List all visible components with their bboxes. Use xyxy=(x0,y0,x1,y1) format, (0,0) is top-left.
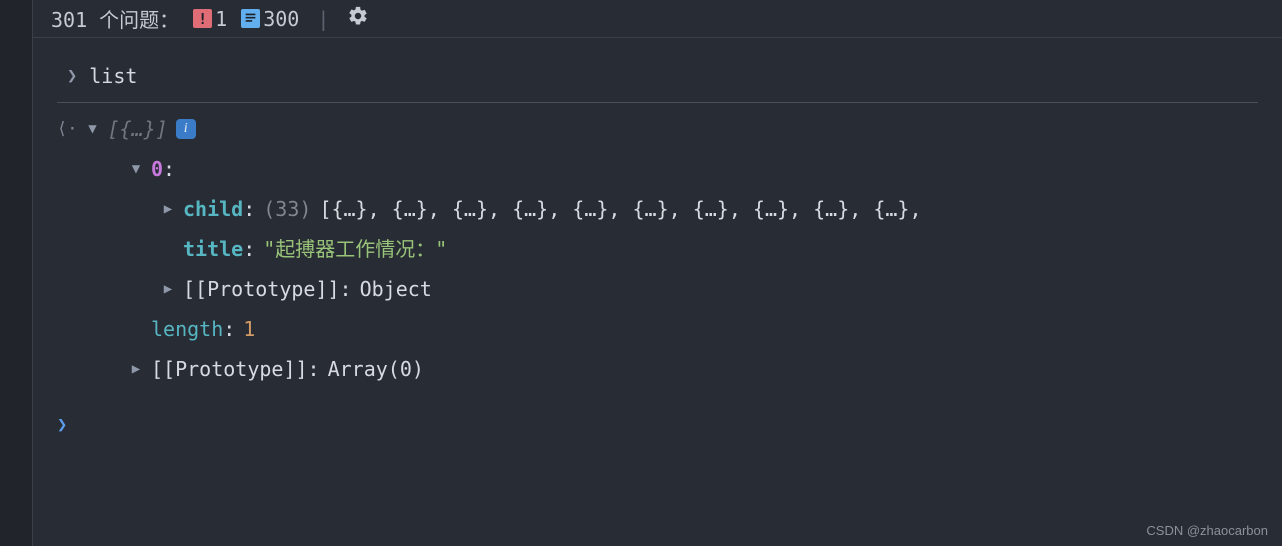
property-key: title xyxy=(183,229,243,269)
divider: | xyxy=(317,7,329,31)
property-row-prototype[interactable]: [[Prototype]]: Object xyxy=(57,269,1258,309)
console-body: ❯ list ⟨· [{…}] i 0: child: (33) [{…}, {… xyxy=(33,38,1282,445)
prototype-key: [[Prototype]] xyxy=(151,349,308,389)
console-log-entry[interactable]: ❯ list xyxy=(57,56,1258,103)
index-key: 0 xyxy=(151,149,163,189)
array-preview: [{…}, {…}, {…}, {…}, {…}, {…}, {…}, {…},… xyxy=(319,189,921,229)
return-icon: ⟨· xyxy=(57,109,77,149)
property-row-length[interactable]: length: 1 xyxy=(57,309,1258,349)
length-value: 1 xyxy=(243,309,255,349)
issues-header: 301 个问题： ! 1 300 | xyxy=(33,0,1282,38)
warning-icon: ! xyxy=(193,9,212,28)
warning-count: 1 xyxy=(215,7,227,31)
gear-icon[interactable] xyxy=(347,5,369,32)
caret-down-icon[interactable] xyxy=(85,109,99,149)
console-result-entry[interactable]: ⟨· [{…}] i xyxy=(57,109,1258,149)
console-panel: 301 个问题： ! 1 300 | ❯ list ⟨· [{…}] i xyxy=(32,0,1282,546)
gutter xyxy=(0,0,32,546)
chevron-right-icon: ❯ xyxy=(67,56,77,96)
array-length: (33) xyxy=(263,189,311,229)
object-index-row[interactable]: 0: xyxy=(57,149,1258,189)
warning-badge[interactable]: ! 1 xyxy=(193,7,227,31)
array-summary: [{…}] xyxy=(107,109,167,149)
console-prompt[interactable]: ❯ xyxy=(57,405,1258,445)
prototype-value: Array(0) xyxy=(328,349,424,389)
info-badge[interactable]: 300 xyxy=(241,7,299,31)
prototype-key: [[Prototype]] xyxy=(183,269,340,309)
prototype-value: Object xyxy=(360,269,432,309)
watermark: CSDN @zhaocarbon xyxy=(1146,523,1268,538)
property-key: child xyxy=(183,189,243,229)
property-row-prototype-array[interactable]: [[Prototype]]: Array(0) xyxy=(57,349,1258,389)
caret-down-icon[interactable] xyxy=(129,149,143,189)
property-row-child[interactable]: child: (33) [{…}, {…}, {…}, {…}, {…}, {…… xyxy=(57,189,1258,229)
chevron-right-icon: ❯ xyxy=(57,405,67,445)
caret-right-icon[interactable] xyxy=(129,349,143,389)
length-key: length xyxy=(151,309,223,349)
issues-count-label: 301 个问题： xyxy=(51,4,179,33)
info-count: 300 xyxy=(263,7,299,31)
info-icon xyxy=(241,9,260,28)
log-expression: list xyxy=(89,56,137,96)
caret-right-icon[interactable] xyxy=(161,269,175,309)
string-value: "起搏器工作情况：" xyxy=(263,229,447,269)
property-row-title[interactable]: title: "起搏器工作情况：" xyxy=(57,229,1258,269)
caret-right-icon[interactable] xyxy=(161,189,175,229)
info-badge-icon[interactable]: i xyxy=(176,119,196,139)
